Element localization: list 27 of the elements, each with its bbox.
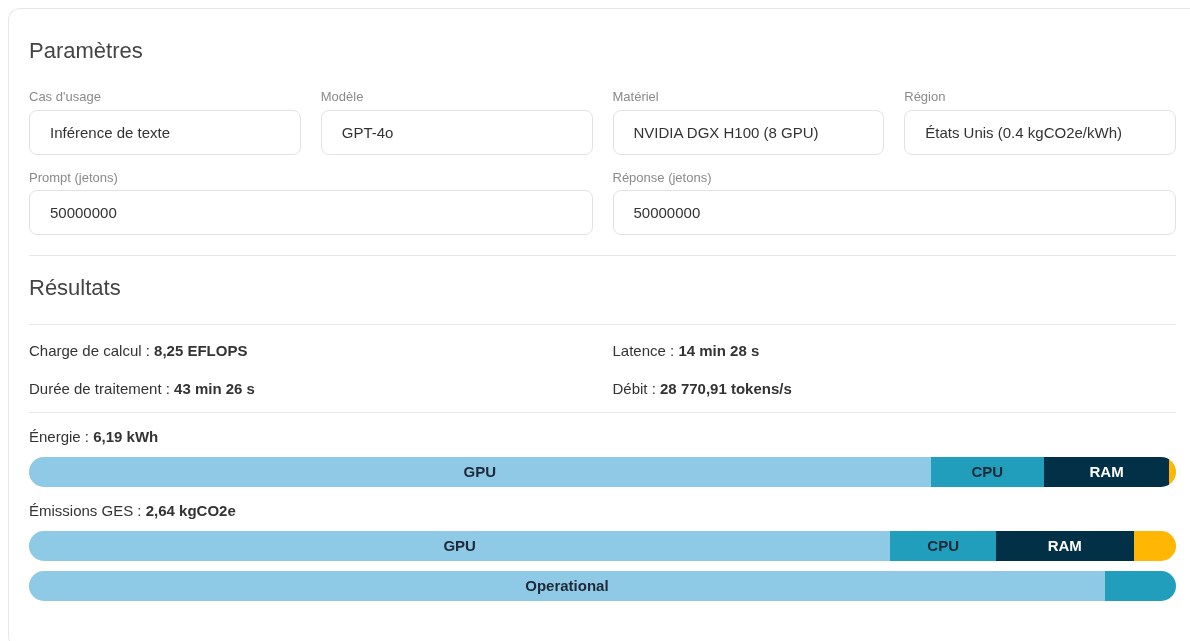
field-label: Prompt (jetons) xyxy=(29,168,119,187)
field-label: Matériel xyxy=(612,88,660,106)
segment-label: RAM xyxy=(1047,535,1082,556)
metric-text: Latence : 14 min 28 s xyxy=(612,341,761,361)
segment-label: GPU xyxy=(463,461,496,482)
input-field[interactable]: 50000000 xyxy=(29,190,593,235)
segment-label: RAM xyxy=(1089,461,1124,482)
field-label: Région xyxy=(904,88,947,106)
field-label: Cas d'usage xyxy=(29,88,102,106)
metric-text: Durée de traitement : 43 min 26 s xyxy=(29,379,256,399)
field-label: Modèle xyxy=(320,88,365,106)
field-label: Réponse (jetons) xyxy=(612,168,713,187)
input-field[interactable]: 50000000 xyxy=(612,190,1176,235)
segment-label: CPU xyxy=(971,461,1004,482)
input-field[interactable]: GPT-4o xyxy=(320,109,593,155)
metric-text: Émissions GES : 2,64 kgCO2e xyxy=(29,501,237,521)
segment-label: CPU xyxy=(927,535,959,556)
metric-text: Charge de calcul : 8,25 EFLOPS xyxy=(29,341,249,361)
input-field[interactable]: États Unis (0.4 kgCO2e/kWh) xyxy=(904,109,1176,155)
input-field[interactable]: NVIDIA DGX H100 (8 GPU) xyxy=(612,109,885,155)
segment-label: Operational xyxy=(525,575,609,596)
section-title: Résultats xyxy=(29,274,122,302)
metric-text: Énergie : 6,19 kWh xyxy=(29,427,160,447)
segment-label: GPU xyxy=(443,535,476,556)
section-title: Paramètres xyxy=(29,37,144,65)
input-field[interactable]: Inférence de texte xyxy=(29,109,301,155)
metric-text: Débit : 28 770,91 tokens/s xyxy=(612,379,793,399)
